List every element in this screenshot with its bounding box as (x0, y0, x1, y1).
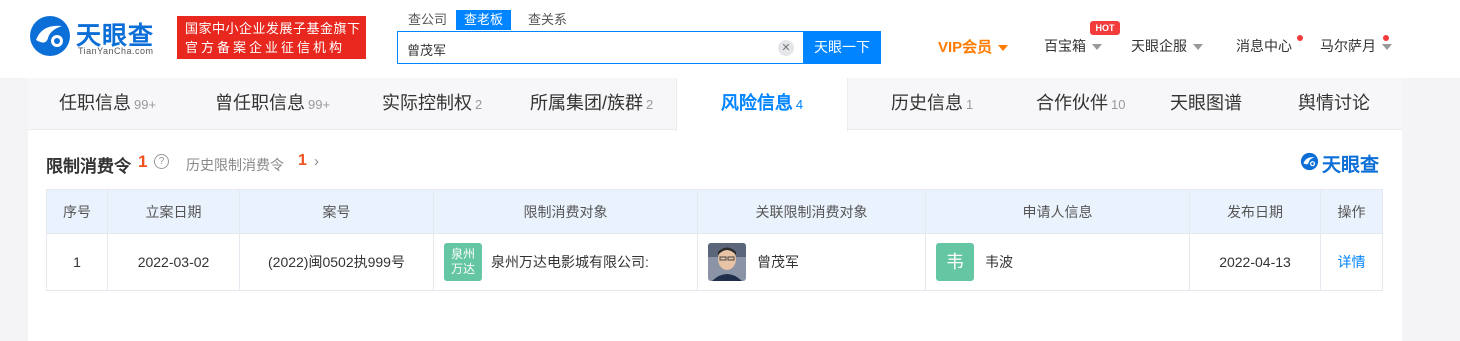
vip-menu[interactable]: VIP会员 (938, 36, 1009, 57)
column-header: 发布日期 (1190, 190, 1321, 233)
tab-label: 所属集团/族群 (530, 93, 644, 113)
tab-past-positions[interactable]: 曾任职信息 99+ (215, 78, 330, 130)
related-person-name[interactable]: 曾茂军 (757, 252, 799, 272)
section-title: 限制消费令 (46, 157, 131, 176)
tab-label: 风险信息 (720, 93, 793, 113)
chevron-down-icon (998, 45, 1009, 52)
tab-partners[interactable]: 合作伙伴 10 (1036, 78, 1125, 130)
column-header: 案号 (240, 190, 434, 233)
applicant-avatar: 韦 (936, 243, 974, 281)
user-menu[interactable]: 马尔萨月 (1320, 36, 1392, 56)
company-logo: 泉州 万达 (444, 243, 482, 281)
search-tab-company[interactable]: 查公司 (408, 10, 447, 30)
tab-discussion[interactable]: 舆情讨论 (1298, 78, 1370, 130)
logo-mark-icon (1300, 152, 1319, 171)
search-button[interactable]: 天眼一下 (803, 31, 881, 64)
chevron-down-icon (1382, 44, 1392, 51)
history-restriction-count: 1 (298, 152, 307, 169)
applicant[interactable]: 韦 韦波 (926, 234, 1190, 290)
tab-label: 历史信息 (891, 93, 963, 113)
nav-toolbox-label: 百宝箱 (1044, 38, 1086, 54)
detail-link-label[interactable]: 详情 (1338, 252, 1366, 272)
main-panel: 任职信息 99+ 曾任职信息 99+ 实际控制权 2 所属集团/族群 2 风险信息 4 历… (28, 78, 1402, 341)
history-restriction-link[interactable]: 历史限制消费令 (186, 155, 284, 175)
tab-history[interactable]: 历史信息 1 (891, 78, 973, 130)
section-brand-text: 天眼查 (1322, 155, 1380, 176)
badge-line-2: 官方备案企业征信机构 (185, 40, 346, 55)
tab-group[interactable]: 所属集团/族群 2 (530, 78, 653, 130)
chevron-right-icon[interactable]: › (314, 153, 319, 170)
tab-label: 实际控制权 (382, 93, 472, 113)
help-icon[interactable]: ? (154, 154, 169, 169)
restriction-table: 序号 立案日期 案号 限制消费对象 关联限制消费对象 申请人信息 发布日期 操作… (46, 189, 1383, 291)
page-background (1402, 78, 1460, 341)
related-target[interactable]: 曾茂军 (698, 234, 926, 290)
message-notification-dot (1297, 35, 1303, 41)
search-input-value: 曾茂军 (407, 43, 447, 58)
column-header: 限制消费对象 (434, 190, 698, 233)
case-number: (2022)闽0502执999号 (240, 234, 434, 290)
column-header: 申请人信息 (926, 190, 1190, 233)
person-photo-icon (708, 243, 746, 281)
column-header: 立案日期 (108, 190, 240, 233)
clear-icon[interactable]: ✕ (778, 40, 794, 56)
section-count: 1 (138, 152, 148, 171)
section-brand: 天眼查 (1300, 150, 1382, 176)
table-header: 序号 立案日期 案号 限制消费对象 关联限制消费对象 申请人信息 发布日期 操作 (47, 190, 1382, 233)
publish-date: 2022-04-13 (1190, 234, 1321, 290)
badge-line-1: 国家中小企业发展子基金旗下 (185, 21, 361, 36)
tab-count: 2 (475, 97, 483, 112)
company-logo-line: 泉州 (450, 247, 475, 261)
tab-count: 2 (646, 97, 654, 112)
tab-label: 天眼图谱 (1170, 93, 1242, 113)
tab-label: 舆情讨论 (1298, 93, 1370, 113)
certification-badge: 国家中小企业发展子基金旗下 官方备案企业征信机构 (177, 16, 366, 59)
tab-label: 合作伙伴 (1036, 93, 1108, 113)
row-index: 1 (47, 234, 108, 290)
tab-actual-control[interactable]: 实际控制权 2 (382, 78, 482, 130)
site-logo[interactable]: 天眼查 TianYanCha.com (28, 14, 168, 64)
vip-label: VIP会员 (938, 39, 993, 56)
chevron-down-icon (1092, 44, 1102, 51)
tab-label: 曾任职信息 (215, 93, 305, 113)
column-header: 操作 (1337, 203, 1366, 220)
tab-count: 4 (795, 97, 804, 112)
nav-enterprise-services[interactable]: 天眼企服 (1131, 36, 1203, 56)
logo-subtext: TianYanCha.com (78, 46, 154, 56)
tab-risk-info[interactable]: 风险信息 4 (676, 78, 848, 131)
chevron-down-icon (1193, 44, 1203, 51)
column-header: 序号 (47, 190, 108, 233)
hot-badge: HOT (1090, 21, 1120, 35)
nav-toolbox[interactable]: 百宝箱 (1044, 36, 1102, 56)
nav-enterprise-label: 天眼企服 (1131, 38, 1187, 54)
avatar (708, 243, 746, 281)
search-tab-relation[interactable]: 查关系 (528, 10, 567, 30)
profile-tabs: 任职信息 99+ 曾任职信息 99+ 实际控制权 2 所属集团/族群 2 风险信息 4 历… (28, 78, 1402, 131)
table-row: 1 2022-03-02 (2022)闽0502执999号 泉州 万达 泉州万达电… (47, 233, 1382, 290)
restricted-target[interactable]: 泉州 万达 泉州万达电影城有限公司: (434, 234, 698, 290)
tab-count: 10 (1111, 97, 1126, 112)
user-name: 马尔萨月 (1320, 38, 1376, 54)
nav-messages-label: 消息中心 (1236, 38, 1292, 54)
tab-count: 99+ (308, 97, 331, 112)
tab-count: 1 (966, 97, 974, 112)
search-input[interactable]: 曾茂军 ✕ (397, 31, 803, 64)
user-notification-dot (1383, 35, 1389, 41)
detail-link[interactable]: 详情 (1321, 234, 1382, 290)
tab-count: 99+ (134, 97, 157, 112)
column-header: 关联限制消费对象 (698, 190, 926, 233)
company-logo-line: 万达 (450, 262, 475, 276)
company-name[interactable]: 泉州万达电影城有限公司: (491, 252, 649, 272)
tab-label: 任职信息 (59, 93, 131, 113)
tab-current-positions[interactable]: 任职信息 99+ (59, 78, 156, 130)
tab-graph[interactable]: 天眼图谱 (1170, 78, 1242, 130)
search-tab-boss[interactable]: 查老板 (456, 10, 512, 30)
filing-date: 2022-03-02 (108, 234, 240, 290)
applicant-name[interactable]: 韦波 (985, 252, 1013, 272)
top-header: 天眼查 TianYanCha.com 国家中小企业发展子基金旗下 官方备案企业征… (0, 0, 1460, 78)
logo-mark-icon (30, 16, 70, 56)
nav-messages[interactable]: 消息中心 (1236, 36, 1292, 56)
